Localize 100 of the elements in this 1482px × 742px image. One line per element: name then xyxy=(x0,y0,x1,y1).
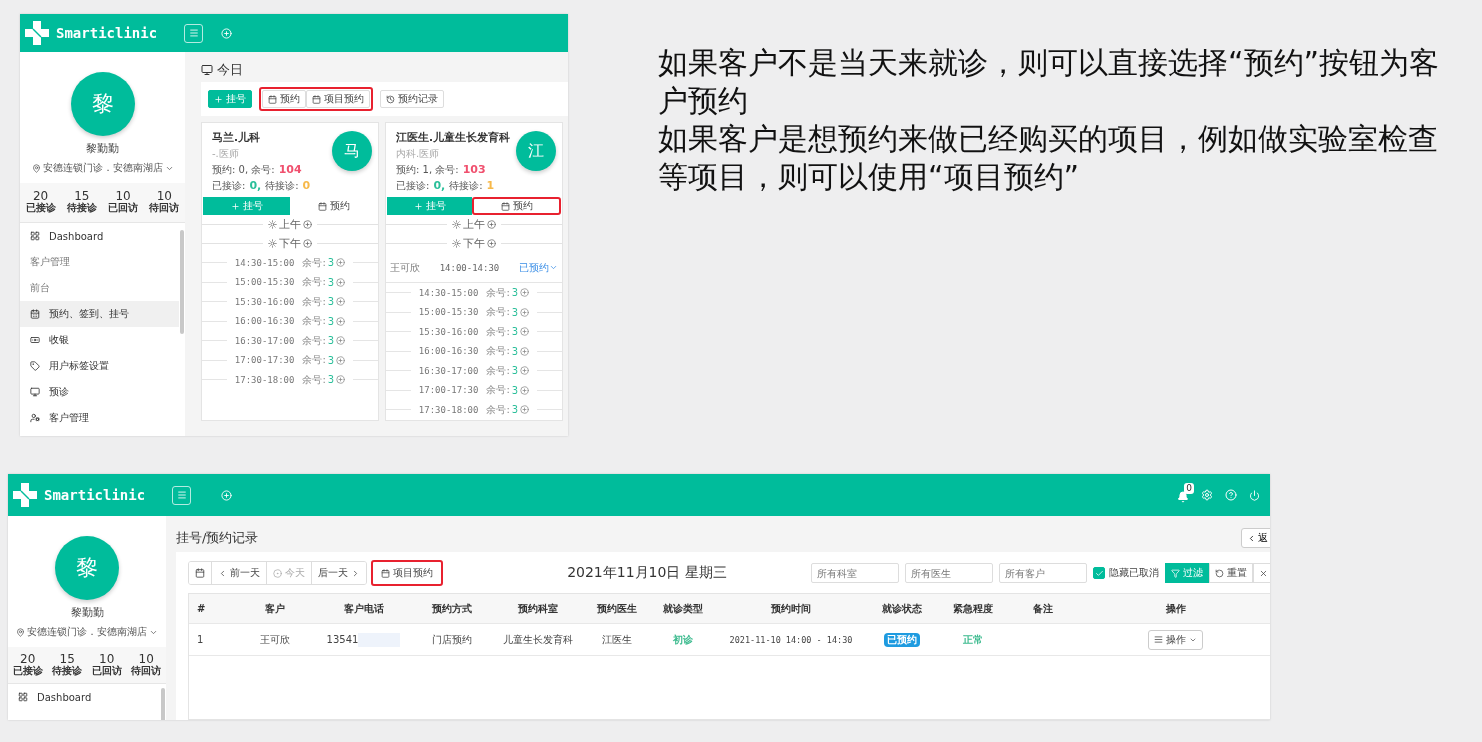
column-header: 操作 xyxy=(1164,601,1187,616)
slot-remaining[interactable]: 余号: 3 xyxy=(302,333,346,348)
table-cell-text: 门店预约 xyxy=(431,632,473,647)
toolbar-button[interactable]: 预约记录 xyxy=(380,90,444,108)
location-selector[interactable]: 安德连锁门诊．安德南湖店 xyxy=(31,161,174,175)
stat-label: 待回访 xyxy=(131,665,162,677)
plus-circle-icon xyxy=(336,316,346,326)
filter-field[interactable]: 所有客户 xyxy=(999,563,1087,583)
slot-remaining[interactable]: 余号: 3 xyxy=(486,383,530,398)
slot-time: 16:30-17:00 xyxy=(418,365,479,376)
slot-remaining[interactable]: 余号: 3 xyxy=(302,372,346,387)
calendar-icon xyxy=(317,201,327,211)
card-stats-line: 已接诊: 0, 待接诊: 0 xyxy=(212,179,312,193)
column-header: 备注 xyxy=(1032,601,1054,616)
plus-circle-icon xyxy=(336,355,346,365)
slide-paragraph: 如果客户是想预约来做已经购买的项目，例如做实验室检查等项目，则可以使用“项目预约” xyxy=(658,120,1439,196)
stat-value: 10 xyxy=(99,653,115,665)
reset-button[interactable]: 重置 xyxy=(1209,563,1253,583)
toolbar-button[interactable]: 项目预约 xyxy=(306,90,370,108)
slot-remaining[interactable]: 余号: 3 xyxy=(302,353,346,368)
slot-remaining[interactable]: 余号: 3 xyxy=(302,314,346,329)
menu-item-icon xyxy=(30,387,40,397)
slot-remaining[interactable]: 余号: 3 xyxy=(486,363,530,378)
menu-icon xyxy=(176,490,187,500)
plus-circle-icon xyxy=(336,375,346,385)
stat-value: 20 xyxy=(20,653,36,665)
stat-label: 已回访 xyxy=(108,202,139,214)
scrollbar[interactable] xyxy=(180,230,184,334)
calendar-icon xyxy=(195,568,205,578)
table-cell: 13541 xyxy=(326,634,359,645)
column-header: 客户 xyxy=(264,601,286,616)
sidebar-item[interactable]: 预诊 xyxy=(20,379,179,405)
plus-icon xyxy=(413,201,423,211)
status-dropdown[interactable]: 已预约 xyxy=(519,260,558,275)
sidebar-item[interactable]: 客户管理 xyxy=(20,405,179,431)
history-icon xyxy=(386,94,395,104)
slot-time: 15:30-16:00 xyxy=(234,296,295,307)
plus-circle-icon xyxy=(520,327,530,337)
close-button[interactable] xyxy=(1253,563,1270,583)
location-selector[interactable]: 安德连锁门诊．安德南湖店 xyxy=(16,625,158,639)
actions-dropdown-button[interactable]: 操作 xyxy=(1148,629,1203,650)
plus-icon xyxy=(214,94,223,104)
table-cell-text: 儿童生长发育科 xyxy=(502,632,574,647)
slot-time: 17:30-18:00 xyxy=(234,374,295,385)
plus-circle-icon[interactable] xyxy=(221,489,232,501)
plus-circle-icon xyxy=(520,288,530,298)
filter-icon xyxy=(1171,568,1180,578)
user-avatar: 黎 xyxy=(70,72,135,136)
slot-time: 17:00-17:30 xyxy=(418,385,479,396)
sidebar-item[interactable]: Dashboard xyxy=(8,684,160,710)
sidebar-item[interactable]: 收银 xyxy=(20,327,179,353)
sidebar-section-label: 前台 xyxy=(29,281,51,295)
slot-remaining[interactable]: 余号: 3 xyxy=(486,324,530,339)
check-icon xyxy=(1094,568,1104,578)
column-header: 紧急程度 xyxy=(952,601,994,616)
card-stats-line: 已接诊: 0, 待接诊: 1 xyxy=(396,179,496,193)
sun-icon xyxy=(452,220,461,229)
card-stats-line: 预约: 1, 余号: 103 xyxy=(396,163,487,177)
scrollbar[interactable] xyxy=(161,688,165,720)
card-action-button[interactable]: 预约 xyxy=(472,197,561,215)
calendar-icon xyxy=(381,568,390,578)
location-pin-icon xyxy=(31,163,41,173)
location-pin-icon xyxy=(16,627,25,637)
slot-remaining[interactable]: 余号: 3 xyxy=(302,294,346,309)
slot-remaining[interactable]: 余号: 3 xyxy=(302,255,346,270)
menu-button[interactable] xyxy=(184,23,203,43)
sidebar-item[interactable]: 预约、签到、挂号 xyxy=(20,301,179,327)
stat-value: 15 xyxy=(59,653,75,665)
checkbox[interactable] xyxy=(1093,567,1105,579)
target-icon xyxy=(273,568,282,578)
stat-label: 已接诊 xyxy=(12,665,43,677)
slot-remaining[interactable]: 余号: 3 xyxy=(302,275,346,290)
toolbar-button[interactable]: 预约 xyxy=(262,90,306,108)
back-button[interactable]: 返 xyxy=(1241,528,1270,548)
user-name: 黎勤勤 xyxy=(86,141,119,156)
help-icon[interactable] xyxy=(1225,489,1237,501)
slot-remaining[interactable]: 余号: 3 xyxy=(486,344,530,359)
project-booking-button[interactable]: 项目预约 xyxy=(371,560,443,586)
reset-icon xyxy=(1215,568,1224,578)
menu-icon xyxy=(188,28,199,38)
sidebar-item[interactable]: 用户标签设置 xyxy=(20,353,179,379)
slot-remaining[interactable]: 余号: 3 xyxy=(486,285,530,300)
bell-icon[interactable] xyxy=(1177,491,1189,503)
appointment-row[interactable]: 王可欣 14:00-14:30 已预约 xyxy=(386,253,562,283)
plus-icon xyxy=(230,201,240,211)
stat-value: 10 xyxy=(115,190,131,202)
settings-icon[interactable] xyxy=(1201,489,1213,501)
column-header: 预约医生 xyxy=(596,601,638,616)
filter-field[interactable]: 所有医生 xyxy=(905,563,993,583)
doctor-avatar: 江 xyxy=(516,131,556,171)
slot-remaining[interactable]: 余号: 3 xyxy=(486,305,530,320)
menu-button[interactable] xyxy=(172,485,191,505)
slot-remaining[interactable]: 余号: 3 xyxy=(486,402,530,417)
period-label: 下午 xyxy=(268,236,312,251)
calendar-button[interactable] xyxy=(189,562,212,584)
sidebar-item[interactable]: Dashboard xyxy=(20,223,179,249)
filter-field[interactable]: 所有科室 xyxy=(811,563,899,583)
doctor-name: 马兰.儿科 xyxy=(212,131,261,145)
power-icon[interactable] xyxy=(1249,489,1260,501)
plus-circle-icon[interactable] xyxy=(221,27,232,39)
